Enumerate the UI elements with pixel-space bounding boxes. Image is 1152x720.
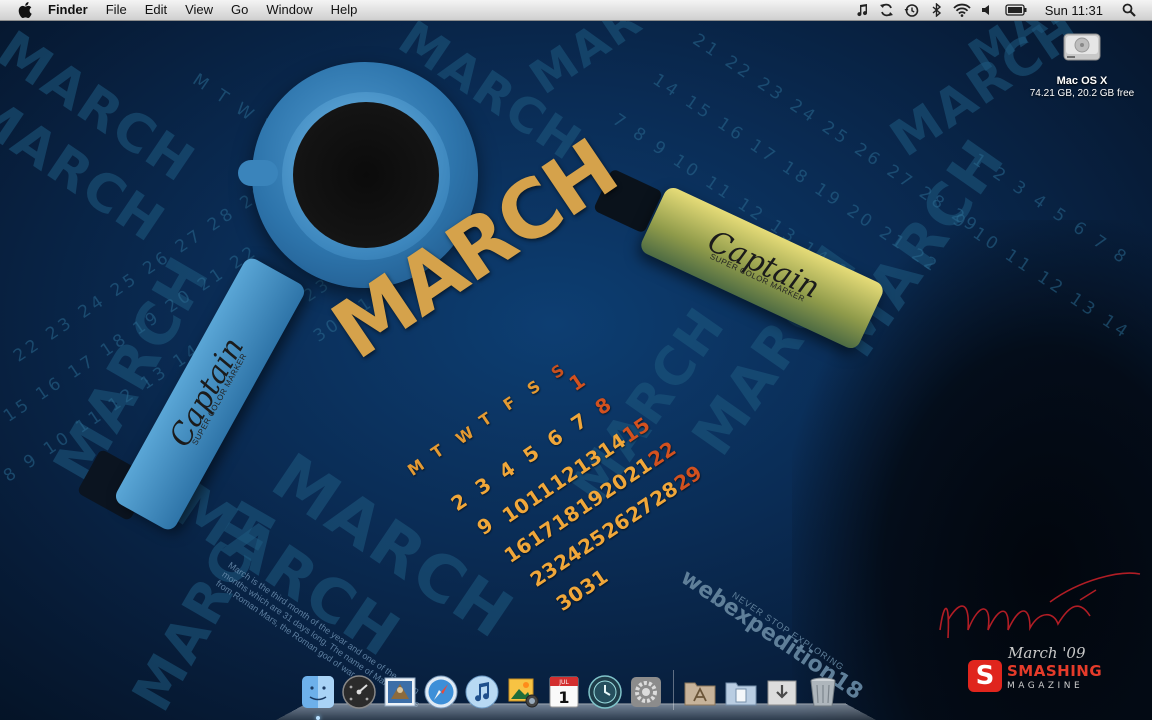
smashing-name: SMASHING	[1007, 662, 1103, 680]
ical-icon[interactable]: JUL 1	[546, 674, 582, 710]
smashing-logo: S	[968, 660, 1002, 692]
ical-month: JUL	[558, 679, 569, 686]
wifi-icon[interactable]	[951, 0, 973, 20]
documents-folder-icon[interactable]	[723, 674, 759, 710]
iphoto-icon[interactable]	[505, 674, 541, 710]
coffee-cup-handle	[238, 160, 278, 186]
spotlight-search-icon[interactable]	[1118, 0, 1140, 20]
menu-file[interactable]: File	[97, 0, 136, 20]
ical-day: 1	[558, 688, 569, 707]
time-machine-icon[interactable]	[587, 674, 623, 710]
calendar-day: 1	[564, 368, 590, 396]
hard-drive-icon	[1063, 33, 1101, 61]
signature	[939, 572, 1141, 639]
battery-icon[interactable]	[1001, 0, 1031, 20]
calendar-weekday: T	[427, 440, 448, 463]
volume-icon[interactable]	[976, 0, 998, 20]
menu-view[interactable]: View	[176, 0, 222, 20]
menu-clock[interactable]: Sun 11:31	[1045, 3, 1103, 18]
desktop-wallpaper: MARCH MARCH MARCH MARCH MARCH MARCH MARC…	[0, 0, 1152, 720]
calendar-weekday: S	[547, 360, 568, 383]
dock: JUL 1	[276, 668, 876, 720]
drive-info: 74.21 GB, 20.2 GB free	[1029, 88, 1135, 99]
mail-icon[interactable]	[382, 674, 418, 710]
itunes-music-icon[interactable]	[851, 0, 873, 20]
calendar-day: 7	[566, 408, 592, 436]
dock-separator	[673, 670, 674, 710]
system-preferences-icon[interactable]	[628, 674, 664, 710]
apple-menu-icon[interactable]	[16, 0, 34, 20]
sync-icon[interactable]	[876, 0, 898, 20]
menu-finder[interactable]: Finder	[46, 0, 97, 20]
menu-extras: Sun 11:31	[848, 0, 1152, 20]
calendar-day: 2	[446, 488, 472, 516]
applications-folder-icon[interactable]	[682, 674, 718, 710]
calendar-day: 3	[470, 472, 496, 500]
time-machine-status-icon[interactable]	[901, 0, 923, 20]
trash-icon[interactable]	[805, 674, 841, 710]
menu-go[interactable]: Go	[222, 0, 257, 20]
calendar-weekday: S	[523, 376, 544, 399]
calendar-day: 5	[518, 440, 544, 468]
drive-label: Mac OS X	[1056, 75, 1108, 87]
bluetooth-icon[interactable]	[926, 0, 948, 20]
menu-bar: Finder File Edit View Go Window Help Sun…	[0, 0, 1152, 21]
coffee	[293, 102, 439, 248]
calendar-day: 6	[542, 424, 568, 452]
itunes-icon[interactable]	[464, 674, 500, 710]
menu-help[interactable]: Help	[322, 0, 367, 20]
mac-os-x-drive[interactable]: Mac OS X 74.21 GB, 20.2 GB free	[1024, 26, 1140, 99]
brand-date: March '09	[1008, 644, 1086, 662]
menu-edit[interactable]: Edit	[136, 0, 176, 20]
calendar-weekday: T	[475, 408, 496, 431]
calendar-weekday: F	[499, 392, 520, 415]
finder-icon[interactable]	[300, 674, 336, 720]
safari-icon[interactable]	[423, 674, 459, 710]
smashing-sub: MAGAZINE	[1007, 681, 1084, 691]
calendar-day: 9	[472, 512, 498, 540]
downloads-folder-icon[interactable]	[764, 674, 800, 710]
calendar-weekday: W	[452, 422, 478, 449]
running-indicator	[316, 716, 320, 720]
calendar-weekday: M	[404, 455, 428, 480]
dashboard-icon[interactable]	[341, 674, 377, 710]
menu-window[interactable]: Window	[257, 0, 321, 20]
calendar-day: 4	[494, 456, 520, 484]
